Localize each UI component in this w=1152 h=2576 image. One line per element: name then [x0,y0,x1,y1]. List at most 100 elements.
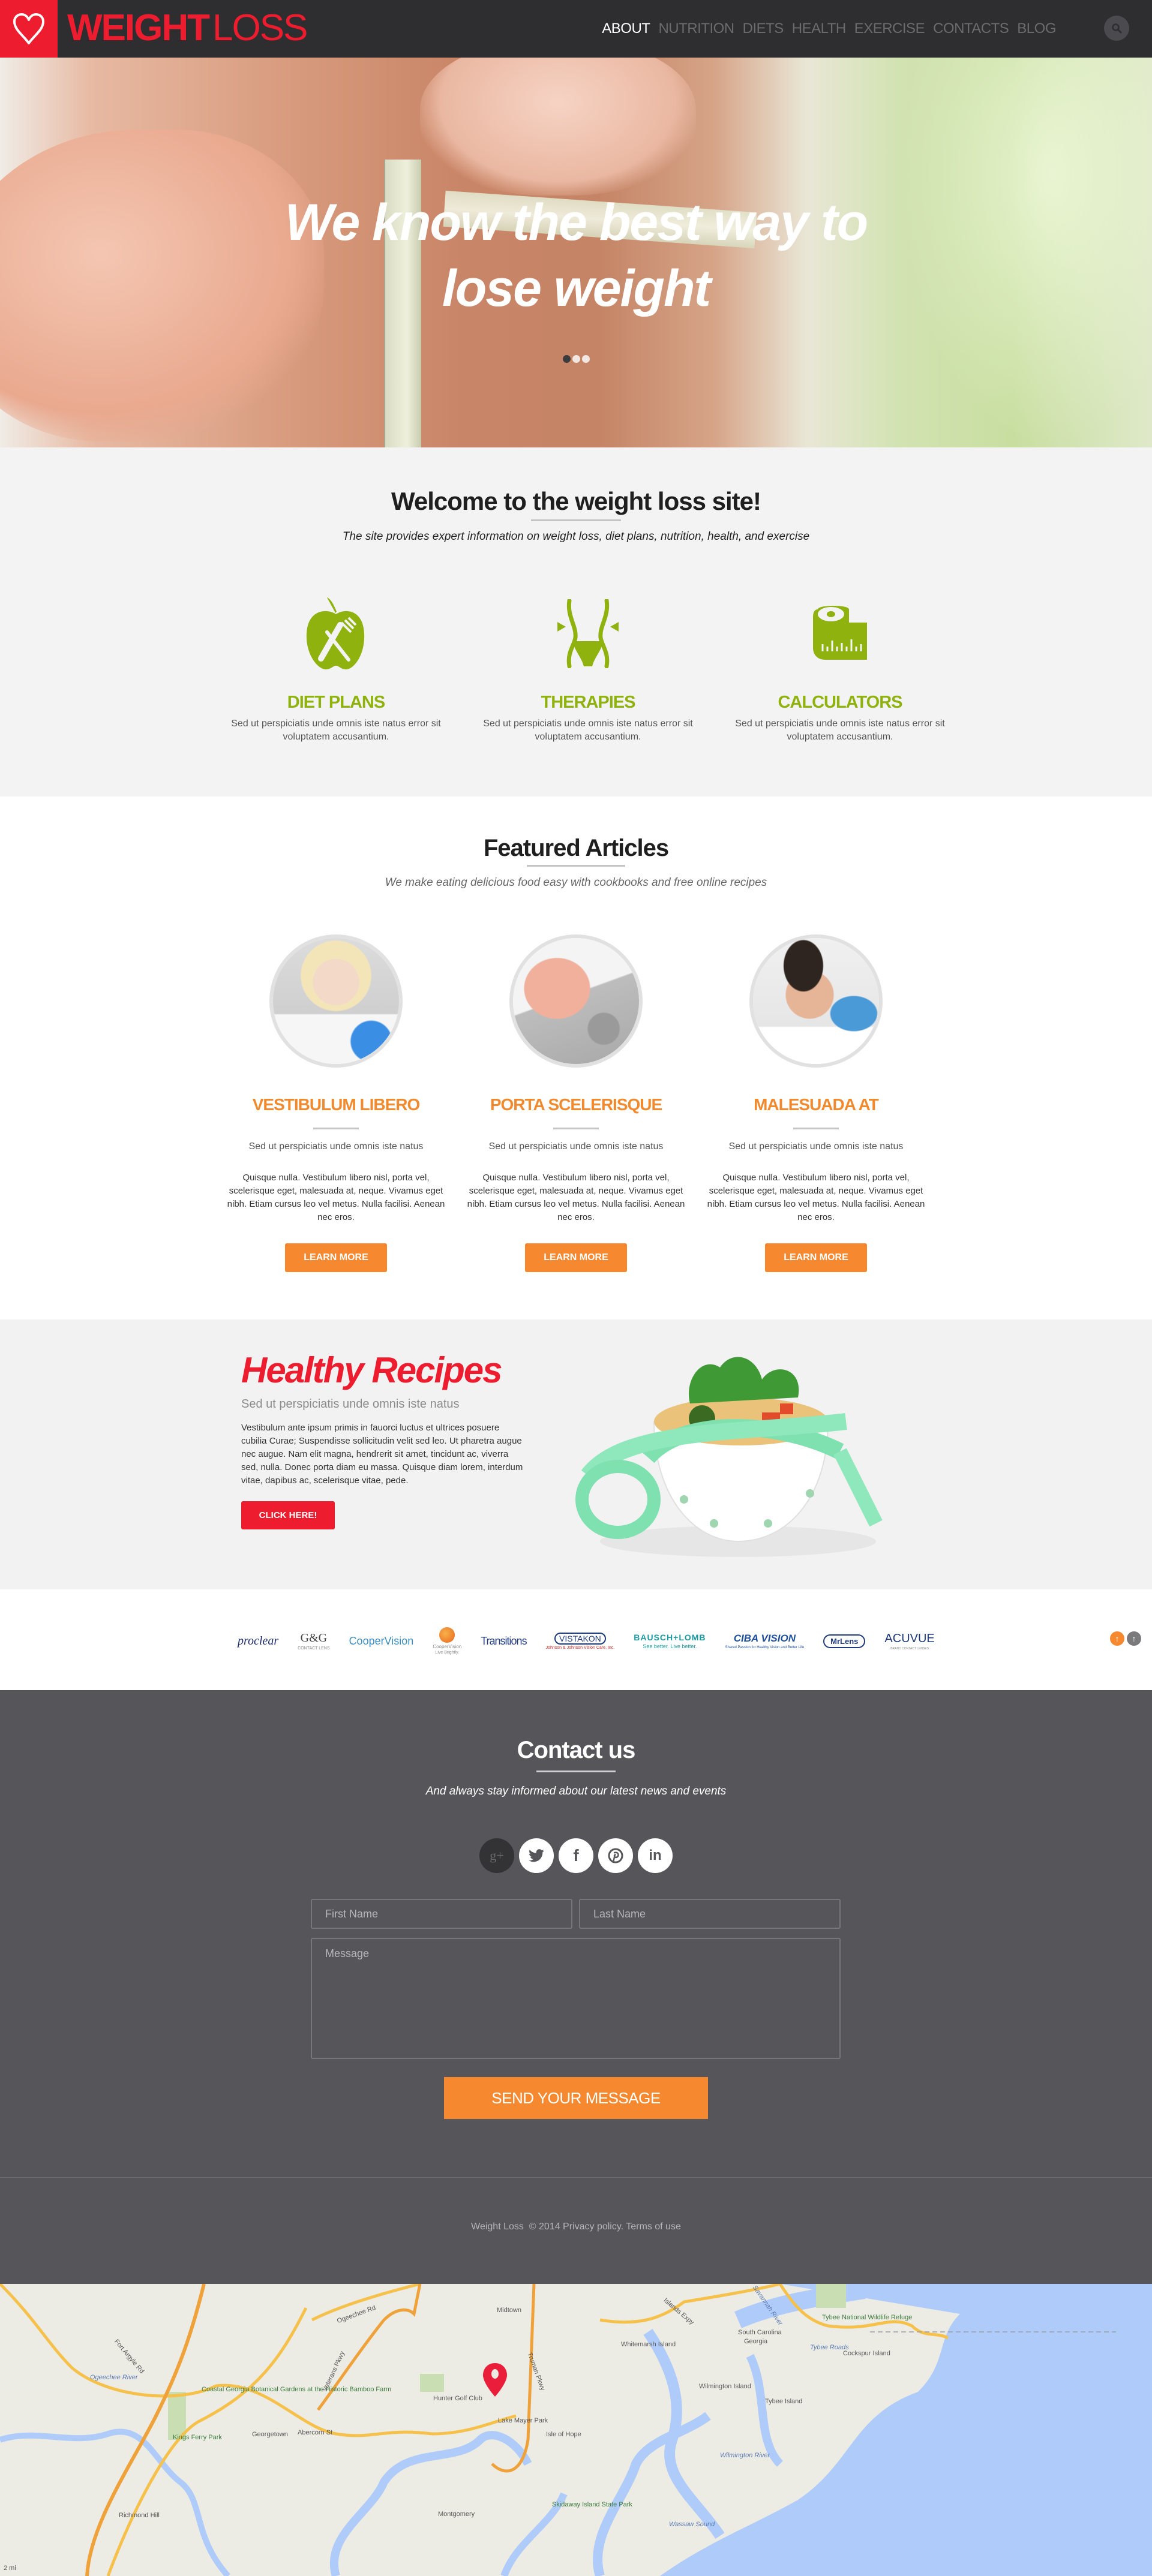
last-name-input[interactable] [579,1899,841,1929]
location-map[interactable]: Coastal Georgia Botanical Gardens at the… [0,2284,1152,2576]
brand-logo-gg[interactable]: G&G CONTACT LENS [288,1624,339,1658]
feature-text: Sed ut perspiciatis unde omnis iste natu… [483,719,693,742]
feature-title: CALCULATORS [778,693,902,712]
map-label: South Carolina [738,2329,782,2336]
click-here-button[interactable]: CLICK HERE! [241,1501,335,1529]
footer-copyright: Weight Loss © 2014 Privacy policy. Terms… [0,2222,1152,2232]
nav-item-contacts[interactable]: CONTACTS [933,18,1009,40]
terms-of-use-link[interactable]: Terms of use [626,2222,681,2232]
feature-title: THERAPIES [541,693,636,712]
first-name-input[interactable] [311,1899,572,1929]
article-lead: Sed ut perspiciatis unde omnis iste natu… [728,1141,904,1152]
article-image-man[interactable] [749,934,883,1068]
logo-light: LOSS [212,7,308,49]
search-button[interactable] [1104,16,1129,41]
map-label: Skidaway Island State Park [552,2501,632,2508]
brand-logo-transitions[interactable]: Transitions [471,1624,536,1658]
article-title[interactable]: PORTA SCELERISQUE [456,1095,696,1114]
site-header: WEIGHTLOSS ABOUT NUTRITION DIETS HEALTH … [0,0,1152,58]
brand-logo-bausch-lomb[interactable]: BAUSCH+LOMB See better. Live better. [624,1624,715,1658]
article-body: Quisque nulla. Vestibulum libero nisl, p… [467,1173,685,1222]
search-icon [1112,23,1122,34]
article-cards: VESTIBULUM LIBERO Sed ut perspiciatis un… [216,934,936,1272]
articles-subtitle: We make eating delicious food easy with … [385,876,767,889]
brand-logo-ciba-vision[interactable]: CIBA VISION Shared Passion for Healthy Vi… [716,1624,814,1658]
twitter-button[interactable] [519,1838,554,1873]
map-canvas[interactable] [0,2284,1152,2576]
nav-item-nutrition[interactable]: NUTRITION [658,18,734,40]
article-title[interactable]: VESTIBULUM LIBERO [216,1095,456,1114]
map-label: Tybee National Wildlife Refuge [822,2314,913,2321]
map-label: Wilmington River [720,2452,770,2459]
welcome-title: Welcome to the weight loss site! [391,487,761,515]
brand-logo-acuvue[interactable]: ACUVUE BRAND CONTACT LENSES [875,1624,944,1658]
pinterest-button[interactable] [598,1838,633,1873]
map-label: Montgomery [438,2511,475,2518]
message-textarea[interactable] [311,1938,841,2059]
brand-logo-vistakon[interactable]: VISTAKON Johnson & Johnson Vision Care, I… [536,1624,625,1658]
map-label: Kings Ferry Park [173,2434,222,2441]
logo-bold: WEIGHT [67,7,210,49]
nav-item-health[interactable]: HEALTH [792,18,846,40]
brand-logos-section: proclear G&G CONTACT LENS CooperVision Co… [0,1589,1152,1690]
heart-outline-icon [13,13,44,44]
contact-title: Contact us [517,1737,636,1763]
feature-text: Sed ut perspiciatis unde omnis iste natu… [735,719,945,742]
learn-more-button[interactable]: LEARN MORE [525,1243,627,1272]
map-label: Midtown [497,2307,521,2314]
recipes-title: Healthy Recipes [241,1350,503,1390]
facebook-button[interactable]: f [559,1838,593,1873]
feature-diet-plans[interactable]: DIET PLANS Sed ut perspiciatis unde omni… [228,594,444,744]
footer-brand: Weight Loss [471,2222,524,2232]
article-image-woman[interactable] [269,934,403,1068]
carousel-prev-button[interactable]: ↑ [1110,1631,1124,1646]
social-links: g+ f in [0,1838,1152,1873]
article-title[interactable]: MALESUADA AT [696,1095,936,1114]
linkedin-icon: in [649,1847,662,1863]
brand-logo-coopervision-live[interactable]: CooperVision Live Brightly. [423,1624,471,1658]
hero-title: We know the best way to lose weight [0,190,1152,321]
recipes-body: Vestibulum ante ipsum primis in fauorci … [241,1423,523,1486]
contact-title-underline [536,1771,616,1772]
map-label: Georgia [744,2338,768,2345]
article-image-scale[interactable] [509,934,643,1068]
nav-item-about[interactable]: ABOUT [602,18,650,40]
send-message-button[interactable]: SEND YOUR MESSAGE [444,2077,708,2119]
nav-item-exercise[interactable]: EXERCISE [854,18,925,40]
footer-copyright-year: © 2014 [529,2222,560,2232]
articles-title-underline [527,865,625,867]
feature-calculators[interactable]: CALCULATORS Sed ut perspiciatis unde omn… [732,594,948,744]
linkedin-button[interactable]: in [638,1838,673,1873]
feature-therapies[interactable]: THERAPIES Sed ut perspiciatis unde omnis… [480,594,696,744]
main-nav: ABOUT NUTRITION DIETS HEALTH EXERCISE CO… [602,18,1056,40]
article-divider [313,1128,359,1129]
articles-title: Featured Articles [483,835,669,861]
brand-logo-coopervision[interactable]: CooperVision [340,1624,424,1658]
privacy-policy-link[interactable]: Privacy policy. [563,2222,623,2232]
nav-item-blog[interactable]: BLOG [1017,18,1056,40]
learn-more-button[interactable]: LEARN MORE [285,1243,387,1272]
learn-more-button[interactable]: LEARN MORE [765,1243,867,1272]
arrow-up-icon: ↑ [1132,1634,1136,1643]
logo-text[interactable]: WEIGHTLOSS [67,7,308,49]
google-plus-button[interactable]: g+ [479,1838,514,1873]
logo-badge[interactable] [0,0,58,58]
scroll-top-button[interactable]: ↑ [1127,1631,1141,1646]
brand-logo-mrlens[interactable]: MrLens [814,1624,875,1658]
brand-logo-proclear[interactable]: proclear [228,1624,288,1658]
welcome-subtitle: The site provides expert information on … [342,530,810,543]
location-pin-icon[interactable] [482,2362,508,2398]
slider-dot-1[interactable] [562,355,571,363]
article-body: Quisque nulla. Vestibulum libero nisl, p… [707,1173,925,1222]
map-scale: 2 mi [4,2565,16,2572]
slider-dot-2[interactable] [572,355,580,363]
map-label: Tybee Island [765,2398,803,2405]
slider-dot-3[interactable] [581,355,590,363]
measuring-tape-icon [813,605,867,660]
pinterest-icon [608,1848,623,1863]
footer-divider [0,2177,1152,2178]
welcome-title-underline [531,519,621,521]
brand-carousel: proclear G&G CONTACT LENS CooperVision Co… [228,1624,944,1658]
twitter-icon [529,1849,544,1862]
nav-item-diets[interactable]: DIETS [743,18,784,40]
